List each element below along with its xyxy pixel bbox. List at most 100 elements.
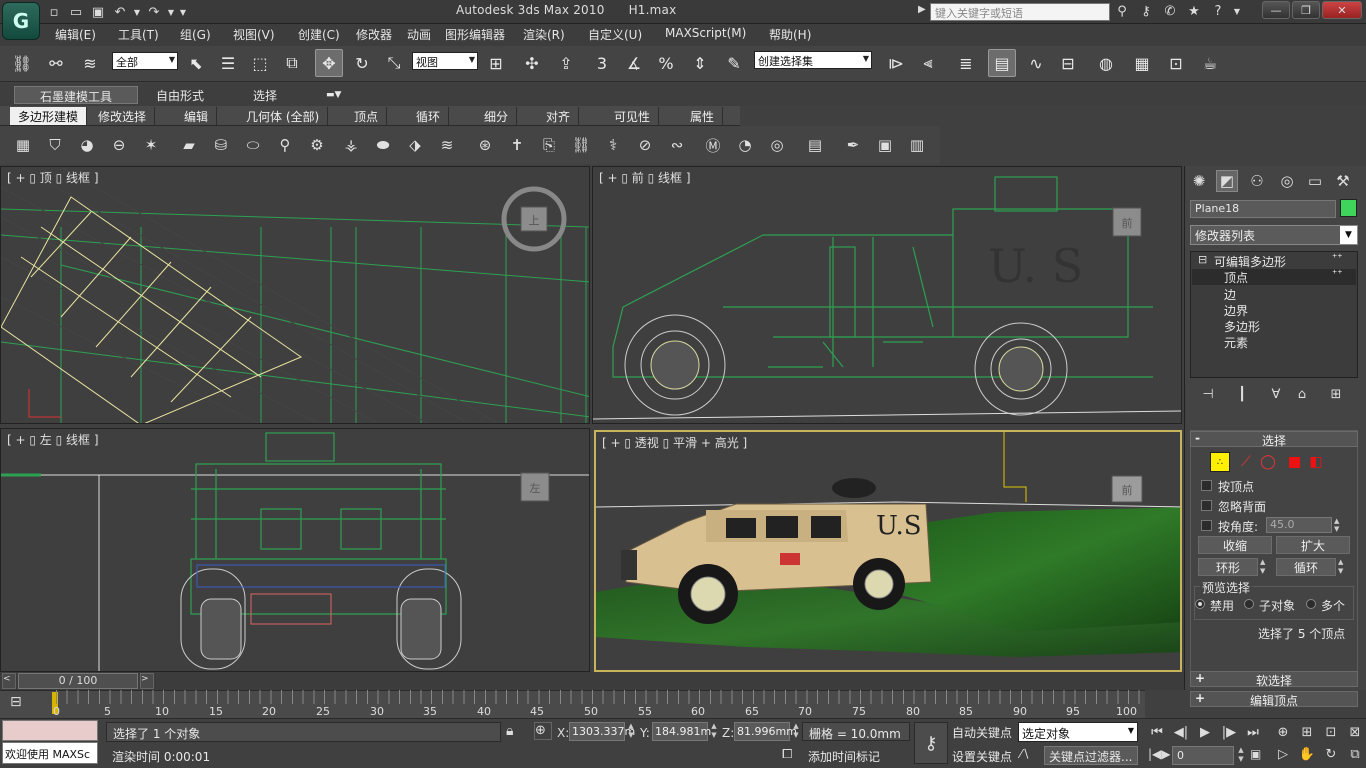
meshsmooth-icon[interactable]: ◔ xyxy=(732,132,758,158)
menu-views[interactable]: 视图(V) xyxy=(233,26,275,43)
panel-vertices[interactable]: 顶点 xyxy=(346,107,388,125)
select-link-icon[interactable]: ⛓ xyxy=(8,49,36,77)
panel-visibility[interactable]: 可见性 xyxy=(606,107,660,125)
torus-icon[interactable]: ⊖ xyxy=(106,132,132,158)
stack-root-item[interactable]: 可编辑多边形 xyxy=(1214,253,1286,270)
menu-rendering[interactable]: 渲染(R) xyxy=(523,26,565,43)
open-folder-icon[interactable]: ▭ xyxy=(66,3,86,21)
by-angle-checkbox[interactable] xyxy=(1201,520,1212,531)
z-coordinate-input[interactable]: 81.996mm xyxy=(734,722,797,741)
by-vertex-checkbox[interactable] xyxy=(1201,480,1212,491)
bone-icon[interactable]: ⚕ xyxy=(600,132,626,158)
maximize-button[interactable]: ❐ xyxy=(1292,1,1320,19)
chevron-down-icon[interactable]: ▼ xyxy=(1340,226,1357,244)
reference-coordinate-dropdown[interactable]: 视图 xyxy=(412,52,478,70)
pin-stack-icon[interactable]: ⊣ xyxy=(1198,385,1218,403)
key-filters-button[interactable]: 关键点过滤器... xyxy=(1044,746,1138,765)
selection-lock-icon[interactable]: 🔒︎ xyxy=(506,723,513,739)
key-mode-toggle-icon[interactable]: |◀▶ xyxy=(1148,747,1171,761)
lathe-icon[interactable]: ⚲ xyxy=(272,132,298,158)
menu-customize[interactable]: 自定义(U) xyxy=(588,26,642,43)
application-menu-button[interactable]: G xyxy=(2,2,40,40)
maxscript-listener-input[interactable] xyxy=(2,720,98,741)
document-icon[interactable]: ▤ xyxy=(802,132,828,158)
grow-button[interactable]: 扩大 xyxy=(1276,536,1350,554)
keyboard-shortcut-override-icon[interactable]: ⇪ xyxy=(552,49,580,77)
customize-dropdown-icon[interactable]: ▼ xyxy=(178,3,188,21)
pen-tool-icon[interactable]: ✒ xyxy=(840,132,866,158)
box-icon[interactable]: ▦ xyxy=(10,132,36,158)
maximize-viewport-icon[interactable]: ⧉ xyxy=(1344,744,1366,764)
modifier-list-dropdown[interactable]: 修改器列表 xyxy=(1190,225,1358,245)
redo-dropdown-icon[interactable]: ▼ xyxy=(166,3,176,21)
camera-icon[interactable]: ▣ xyxy=(872,132,898,158)
tab-selection[interactable]: 选择 xyxy=(245,86,285,104)
x-coordinate-input[interactable]: 1303.337m xyxy=(569,722,635,741)
time-slider-thumb[interactable]: 0 / 100 xyxy=(18,673,138,689)
orbit-icon[interactable]: ↻ xyxy=(1320,744,1342,764)
rendered-frame-window-icon[interactable]: ⊡ xyxy=(1162,49,1190,77)
open-mini-curve-editor-icon[interactable]: ⊟ xyxy=(10,694,32,714)
m-sphere-icon[interactable]: Ⓜ xyxy=(700,132,726,158)
zoom-extents-all-icon[interactable]: ⊠ xyxy=(1344,722,1366,742)
select-rotate-icon[interactable]: ↻ xyxy=(348,49,376,77)
menu-group[interactable]: 组(G) xyxy=(180,26,211,43)
viewport-top[interactable]: [ + ▯ 顶 ▯ 线框 ] 上 xyxy=(0,166,590,424)
selection-filter-dropdown[interactable]: 全部 xyxy=(112,52,178,70)
make-unique-icon[interactable]: ∀ xyxy=(1266,385,1286,403)
preview-off-radio[interactable] xyxy=(1195,599,1205,609)
play-icon[interactable]: ▶ xyxy=(1194,722,1216,742)
polygon-mode-icon[interactable] xyxy=(1284,452,1304,472)
menu-modifiers[interactable]: 修改器 xyxy=(356,26,392,43)
menu-create[interactable]: 创建(C) xyxy=(298,26,340,43)
zoom-all-icon[interactable]: ⊞ xyxy=(1296,722,1318,742)
menu-help[interactable]: 帮助(H) xyxy=(769,26,811,43)
spinner-snap-icon[interactable]: ⇕ xyxy=(686,49,714,77)
ring-spinner[interactable]: ▲ ▼ xyxy=(1260,558,1270,576)
show-end-result-icon[interactable]: ┃ xyxy=(1232,385,1252,403)
material-editor-icon[interactable]: ◍ xyxy=(1092,49,1120,77)
snaps-toggle-icon[interactable]: 3 xyxy=(588,49,616,77)
key-mode-dropdown[interactable]: 选定对象 ▼ xyxy=(1018,722,1138,742)
stack-item-edge[interactable]: 边 xyxy=(1224,286,1236,303)
stack-item-element[interactable]: 元素 xyxy=(1224,334,1248,351)
rope-icon[interactable]: ∾ xyxy=(664,132,690,158)
previous-frame-icon[interactable]: ◀| xyxy=(1170,722,1192,742)
panel-loops[interactable]: 循环 xyxy=(408,107,450,125)
create-tab-icon[interactable]: ✺ xyxy=(1188,170,1210,192)
rectangular-selection-icon[interactable]: ⬚ xyxy=(246,49,274,77)
shrink-button[interactable]: 收缩 xyxy=(1198,536,1272,554)
ribbon-options-icon[interactable]: ▬▼ xyxy=(318,89,349,107)
pan-hand-icon[interactable]: ✋ xyxy=(1296,744,1318,764)
undo-dropdown-icon[interactable]: ▼ xyxy=(132,3,142,21)
set-key-mode-button[interactable]: 设置关键点 xyxy=(952,748,1012,765)
unlink-icon[interactable]: ⚯ xyxy=(42,49,70,77)
expand-search-icon[interactable]: ▶ xyxy=(918,4,928,20)
percent-snap-icon[interactable]: % xyxy=(652,49,680,77)
go-to-end-icon[interactable]: ⏭ xyxy=(1242,722,1264,742)
ignore-backfacing-checkbox[interactable] xyxy=(1201,500,1212,511)
object-name-field[interactable]: Plane18 xyxy=(1190,200,1336,218)
pivot-center-icon[interactable]: ⊞ xyxy=(482,49,510,77)
loop-spinner[interactable]: ▲ ▼ xyxy=(1338,558,1348,576)
display-tab-icon[interactable]: ▭ xyxy=(1304,170,1326,192)
bend-icon[interactable]: ⚶ xyxy=(338,132,364,158)
panel-align[interactable]: 对齐 xyxy=(538,107,580,125)
save-icon[interactable]: ▣ xyxy=(88,3,108,21)
field-of-view-icon[interactable]: ▷ xyxy=(1272,744,1294,764)
time-slider[interactable] xyxy=(0,672,1184,690)
graphite-toggle-icon[interactable]: ▤ xyxy=(988,49,1016,77)
remove-modifier-icon[interactable]: ⌂ xyxy=(1292,385,1312,403)
lightbulb-icon[interactable]: ⁺⁺ xyxy=(1332,253,1343,264)
panel-edit[interactable]: 编辑 xyxy=(176,107,218,125)
menu-edit[interactable]: 编辑(E) xyxy=(55,26,96,43)
menu-maxscript[interactable]: MAXScript(M) xyxy=(665,26,746,40)
help-icon[interactable]: ? xyxy=(1208,2,1228,20)
utilities-tab-icon[interactable]: ⚒ xyxy=(1332,170,1354,192)
menu-graph-editors[interactable]: 图形编辑器 xyxy=(445,26,505,43)
star-icon[interactable]: ✶ xyxy=(138,132,164,158)
element-mode-icon[interactable]: ◧ xyxy=(1306,452,1326,472)
viewport-label[interactable]: [ + ▯ 透视 ▯ 平滑 + 高光 ] xyxy=(602,434,747,451)
spiral-icon[interactable]: ◎ xyxy=(764,132,790,158)
x-spinner[interactable]: ▲ ▼ xyxy=(626,722,636,741)
